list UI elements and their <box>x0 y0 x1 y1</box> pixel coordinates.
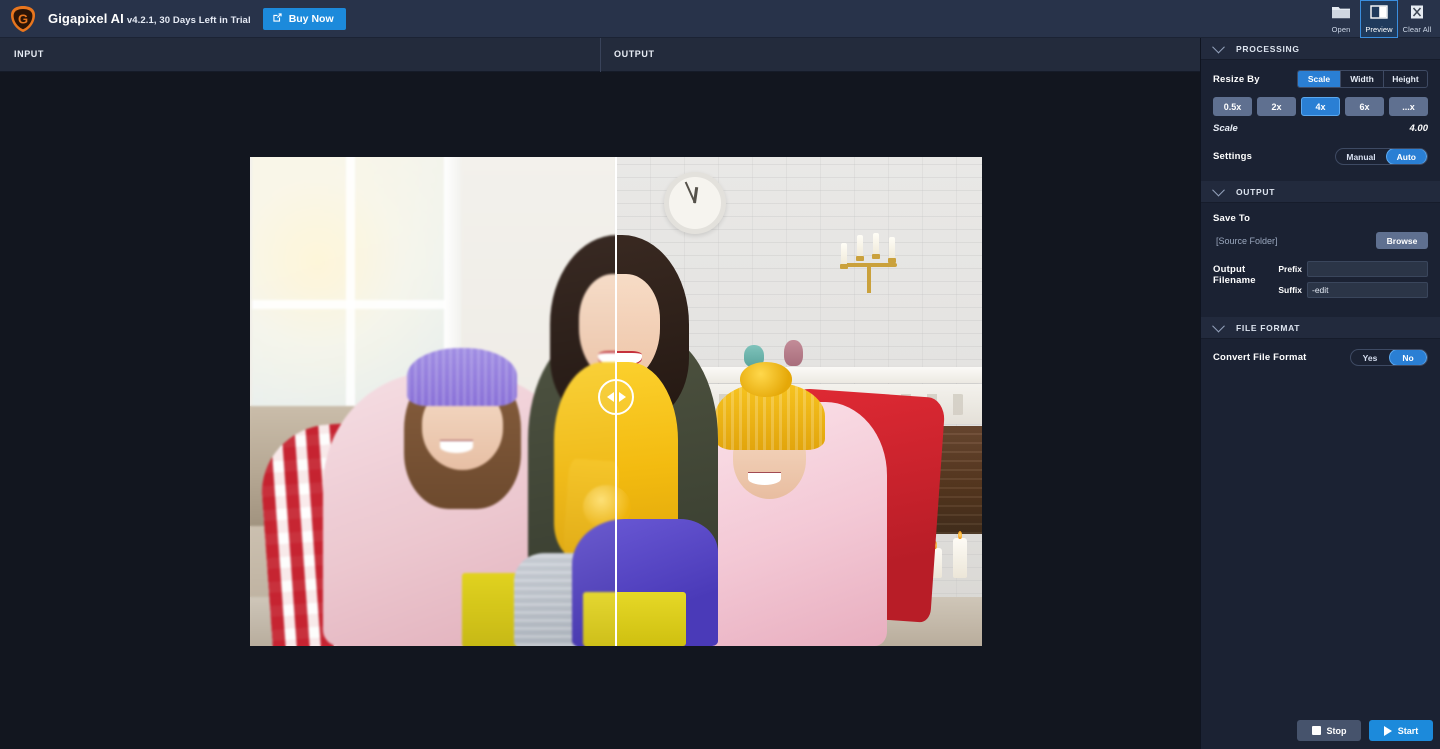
gigapixel-logo-icon: G <box>8 4 38 34</box>
tab-input[interactable]: INPUT <box>14 49 44 59</box>
resize-by-label: Resize By <box>1213 73 1260 85</box>
settings-toggle-group: Manual Auto <box>1335 148 1428 165</box>
prefix-input[interactable] <box>1307 261 1428 277</box>
settings-sidebar: PROCESSING Resize By Scale Width Height … <box>1200 38 1440 749</box>
image-canvas <box>0 72 1200 749</box>
output-section-body: Save To [Source Folder] Browse Output Fi… <box>1201 203 1440 317</box>
suffix-label: Suffix <box>1278 285 1302 295</box>
resize-by-width-option[interactable]: Width <box>1341 71 1384 87</box>
scale-preset-4x[interactable]: 4x <box>1301 97 1340 116</box>
scale-value-row: Scale 4.00 <box>1213 123 1428 134</box>
clear-all-button[interactable]: Clear All <box>1398 0 1436 38</box>
output-filename-block: Output Filename Prefix Suffix <box>1213 261 1428 303</box>
stop-label: Stop <box>1326 725 1347 736</box>
browse-button[interactable]: Browse <box>1376 232 1428 249</box>
resize-by-row: Resize By Scale Width Height <box>1213 70 1428 88</box>
chevron-down-icon <box>1212 319 1225 333</box>
app-title: Gigapixel AI v4.2.1, 30 Days Left in Tria… <box>48 11 251 26</box>
settings-row: Settings Manual Auto <box>1213 148 1428 165</box>
chevron-down-icon <box>1212 40 1225 54</box>
suffix-input[interactable] <box>1307 282 1428 298</box>
file-format-section-title: FILE FORMAT <box>1236 322 1301 333</box>
convert-file-format-toggle-group: Yes No <box>1350 349 1428 366</box>
start-label: Start <box>1397 725 1419 736</box>
comparison-slider-handle[interactable] <box>598 378 634 415</box>
tab-divider <box>600 38 601 72</box>
scale-preset-6x[interactable]: 6x <box>1345 97 1384 116</box>
save-to-value: [Source Folder] <box>1216 235 1278 246</box>
view-tab-strip: INPUT OUTPUT <box>0 38 1200 72</box>
start-button[interactable]: Start <box>1369 720 1433 741</box>
title-bar: G Gigapixel AI v4.2.1, 30 Days Left in Tr… <box>0 0 1440 38</box>
scale-preset-0-5x[interactable]: 0.5x <box>1213 97 1252 116</box>
clear-all-x-icon <box>1407 4 1427 23</box>
wall-clock <box>663 171 726 234</box>
app-version-text: v4.2.1, 30 Days Left in Trial <box>126 15 251 26</box>
preview-button[interactable]: Preview <box>1360 0 1398 38</box>
resize-by-scale-option[interactable]: Scale <box>1298 71 1341 87</box>
svg-text:G: G <box>18 11 28 26</box>
convert-yes-option[interactable]: Yes <box>1351 350 1389 365</box>
folder-icon <box>1331 4 1351 23</box>
comparison-viewer[interactable] <box>250 157 982 646</box>
settings-label: Settings <box>1213 151 1253 162</box>
triangle-right-icon <box>618 391 626 402</box>
file-format-section-body: Convert File Format Yes No <box>1201 339 1440 380</box>
output-section-title: OUTPUT <box>1236 186 1276 197</box>
preview-label: Preview <box>1365 24 1393 34</box>
processing-section-body: Resize By Scale Width Height 0.5x 2x 4x … <box>1201 60 1440 181</box>
scale-value-label: Scale <box>1213 123 1238 134</box>
play-triangle-icon <box>1383 725 1392 736</box>
scale-preset-2x[interactable]: 2x <box>1257 97 1296 116</box>
prefix-row: Prefix <box>1274 261 1428 277</box>
convert-file-format-row: Convert File Format Yes No <box>1213 349 1428 366</box>
processing-section-title: PROCESSING <box>1236 43 1300 54</box>
app-name: Gigapixel AI <box>48 11 124 26</box>
processing-section-header[interactable]: PROCESSING <box>1201 38 1440 60</box>
save-to-row: [Source Folder] Browse <box>1213 232 1428 249</box>
split-view-icon <box>1369 4 1389 23</box>
convert-no-option[interactable]: No <box>1389 350 1427 365</box>
buy-now-label: Buy Now <box>288 12 334 25</box>
open-button[interactable]: Open <box>1322 0 1360 38</box>
stop-button[interactable]: Stop <box>1297 720 1361 741</box>
photo-preview <box>250 157 982 646</box>
resize-by-segmented-control: Scale Width Height <box>1297 70 1428 88</box>
output-filename-label: Output Filename <box>1213 264 1256 286</box>
chevron-down-icon <box>1212 183 1225 197</box>
gigapixel-app-window: G Gigapixel AI v4.2.1, 30 Days Left in Tr… <box>0 0 1440 749</box>
candelabra <box>839 221 905 293</box>
scale-value: 4.00 <box>1409 123 1429 134</box>
convert-file-format-label: Convert File Format <box>1213 352 1307 363</box>
prefix-label: Prefix <box>1278 264 1302 274</box>
suffix-row: Suffix <box>1274 282 1428 298</box>
scene-input-side <box>250 157 616 646</box>
triangle-left-icon <box>606 391 614 402</box>
scale-preset-custom[interactable]: ...x <box>1389 97 1428 116</box>
tab-output[interactable]: OUTPUT <box>614 49 655 59</box>
settings-auto-option[interactable]: Auto <box>1385 149 1427 164</box>
scale-preset-row: 0.5x 2x 4x 6x ...x <box>1213 97 1428 116</box>
file-format-section-header[interactable]: FILE FORMAT <box>1201 317 1440 339</box>
stop-square-icon <box>1311 726 1321 735</box>
clear-all-label: Clear All <box>1402 24 1432 34</box>
buy-now-button[interactable]: Buy Now <box>262 7 346 30</box>
open-label: Open <box>1331 24 1351 34</box>
resize-by-height-option[interactable]: Height <box>1384 71 1427 87</box>
titlebar-tool-group: Open Preview Clear All <box>1322 0 1440 38</box>
output-section-header[interactable]: OUTPUT <box>1201 181 1440 203</box>
save-to-label: Save To <box>1213 213 1251 224</box>
external-link-icon <box>272 12 283 26</box>
action-bar: Stop Start <box>1201 712 1440 749</box>
settings-manual-option[interactable]: Manual <box>1336 149 1385 164</box>
